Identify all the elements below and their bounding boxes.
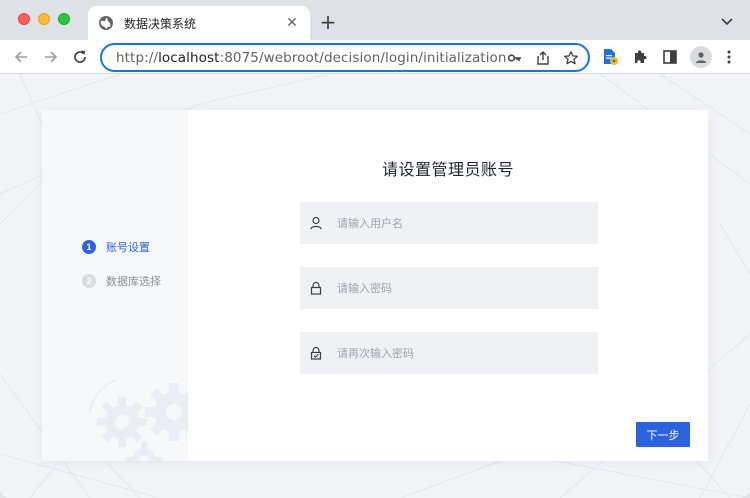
confirm-password-field[interactable] bbox=[300, 332, 598, 374]
url-prefix: http:// bbox=[116, 49, 159, 66]
username-input[interactable] bbox=[337, 216, 587, 230]
tab-title: 数据决策系统 bbox=[124, 16, 197, 31]
bookmark-star-icon[interactable] bbox=[563, 50, 579, 66]
active-tab[interactable]: 数据决策系统 ✕ bbox=[88, 6, 310, 40]
lock-check-icon bbox=[310, 346, 322, 360]
tab-close-icon[interactable]: ✕ bbox=[284, 15, 300, 31]
browser-toolbar: http://localhost:8075/webroot/decision/l… bbox=[0, 40, 750, 74]
step-label: 账号设置 bbox=[106, 241, 150, 254]
url-path: :8075/webroot/decision/login/initializat… bbox=[219, 49, 507, 66]
maximize-window-button[interactable] bbox=[58, 13, 70, 25]
reload-icon[interactable] bbox=[71, 48, 89, 66]
setup-card: 1 账号设置 2 数据库选择 请设置管理员账号 请输入用户名 下一步 bbox=[42, 110, 708, 461]
confirm-password-input[interactable] bbox=[337, 346, 587, 360]
profile-avatar[interactable] bbox=[690, 46, 712, 68]
user-icon bbox=[310, 216, 322, 230]
lock-icon bbox=[310, 281, 322, 295]
more-options-icon[interactable] bbox=[722, 47, 736, 67]
minimize-window-button[interactable] bbox=[38, 13, 50, 25]
tab-search-chevron-icon[interactable] bbox=[720, 14, 734, 28]
step-number-badge: 1 bbox=[82, 240, 96, 254]
new-tab-button[interactable]: + bbox=[318, 12, 338, 32]
extension-document-icon[interactable] bbox=[600, 47, 620, 67]
username-field[interactable] bbox=[300, 202, 598, 244]
next-step-button[interactable]: 下一步 bbox=[636, 422, 690, 447]
browser-window: 数据决策系统 ✕ + http://localhost:8075/webroot… bbox=[0, 0, 750, 498]
extension-area bbox=[600, 46, 736, 68]
url-host: localhost bbox=[158, 49, 220, 66]
page-content: 1 账号设置 2 数据库选择 请设置管理员账号 请输入用户名 下一步 bbox=[0, 74, 750, 498]
forward-arrow-icon[interactable] bbox=[42, 48, 60, 66]
tab-strip: 数据决策系统 ✕ + bbox=[0, 0, 750, 40]
password-field[interactable] bbox=[300, 267, 598, 309]
address-bar[interactable]: http://localhost:8075/webroot/decision/l… bbox=[100, 43, 590, 72]
person-icon bbox=[696, 52, 706, 63]
omnibox-actions bbox=[507, 50, 589, 66]
steps-sidebar: 1 账号设置 2 数据库选择 bbox=[42, 110, 188, 461]
key-icon[interactable] bbox=[507, 50, 523, 66]
side-panel-icon[interactable] bbox=[660, 47, 680, 67]
step-account-setup: 1 账号设置 bbox=[82, 239, 150, 255]
share-icon[interactable] bbox=[535, 50, 551, 66]
step-label: 数据库选择 bbox=[106, 275, 161, 288]
step-number-badge: 2 bbox=[82, 274, 96, 288]
step-database-selection: 2 数据库选择 bbox=[82, 273, 161, 289]
globe-icon bbox=[99, 16, 113, 30]
back-arrow-icon[interactable] bbox=[12, 48, 30, 66]
url-text[interactable]: http://localhost:8075/webroot/decision/l… bbox=[116, 50, 507, 66]
gears-decoration-icon bbox=[89, 379, 188, 461]
form-title: 请设置管理员账号 bbox=[381, 160, 514, 179]
password-input[interactable] bbox=[337, 281, 587, 295]
close-window-button[interactable] bbox=[18, 13, 30, 25]
extensions-puzzle-icon[interactable] bbox=[630, 47, 650, 67]
